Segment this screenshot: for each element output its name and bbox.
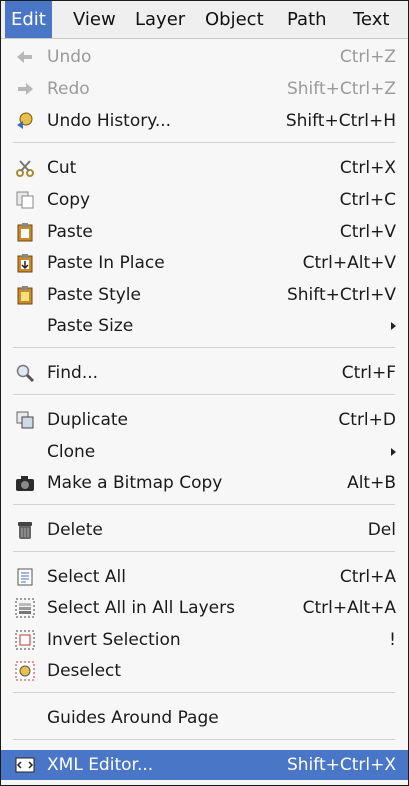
menu-view[interactable]: View	[67, 1, 122, 38]
copy-label: Copy	[47, 190, 91, 210]
menu-item-make-bitmap-copy[interactable]: Make a Bitmap Copy Alt+B	[1, 468, 408, 498]
select-all-layers-icon	[15, 598, 35, 618]
scissors-icon	[15, 158, 35, 178]
invert-selection-icon	[15, 630, 35, 650]
magnifier-icon	[15, 363, 35, 383]
make-bitmap-copy-shortcut: Alt+B	[347, 473, 396, 493]
menu-text[interactable]: Text	[347, 1, 395, 38]
menu-item-invert-selection[interactable]: Invert Selection !	[1, 625, 408, 655]
menu-item-xml-editor[interactable]: XML Editor... Shift+Ctrl+X	[1, 750, 408, 780]
xml-editor-shortcut: Shift+Ctrl+X	[286, 755, 396, 775]
redo-icon	[15, 79, 35, 99]
separator	[13, 394, 395, 395]
undo-history-shortcut: Shift+Ctrl+H	[285, 111, 396, 131]
menu-item-undo-history[interactable]: Undo History... Shift+Ctrl+H	[1, 106, 408, 136]
clone-label: Clone	[47, 442, 96, 462]
paste-label: Paste	[47, 222, 93, 242]
menu-bar: Edit View Layer Object Path Text	[1, 1, 408, 39]
menu-item-select-all-in-all-layers[interactable]: Select All in All Layers Ctrl+Alt+A	[1, 593, 408, 623]
paste-style-label: Paste Style	[47, 285, 141, 305]
paste-icon	[15, 222, 35, 242]
select-all-layers-label: Select All in All Layers	[47, 598, 235, 618]
edit-menu-dropdown: Undo Ctrl+Z Redo Shift+Ctrl+Z Undo Histo…	[1, 39, 408, 783]
select-all-label: Select All	[47, 567, 126, 587]
menu-item-deselect[interactable]: Deselect	[1, 656, 408, 686]
paste-in-place-label: Paste In Place	[47, 253, 165, 273]
paste-in-place-shortcut: Ctrl+Alt+V	[302, 253, 396, 273]
copy-shortcut: Ctrl+C	[339, 190, 396, 210]
paste-style-icon	[15, 285, 35, 305]
menu-item-duplicate[interactable]: Duplicate Ctrl+D	[1, 405, 408, 435]
menu-item-copy[interactable]: Copy Ctrl+C	[1, 185, 408, 215]
menu-window: Edit View Layer Object Path Text Undo Ct…	[0, 0, 409, 786]
duplicate-icon	[15, 410, 35, 430]
paste-style-shortcut: Shift+Ctrl+V	[286, 285, 396, 305]
menu-edit[interactable]: Edit	[5, 1, 52, 38]
menu-item-paste[interactable]: Paste Ctrl+V	[1, 217, 408, 247]
menu-item-undo[interactable]: Undo Ctrl+Z	[1, 42, 408, 72]
xml-editor-icon	[15, 755, 35, 775]
invert-selection-label: Invert Selection	[47, 630, 181, 650]
menu-layer[interactable]: Layer	[129, 1, 191, 38]
cut-shortcut: Ctrl+X	[339, 158, 396, 178]
menu-item-guides-around-page[interactable]: Guides Around Page	[1, 703, 408, 733]
camera-icon	[15, 473, 35, 493]
invert-selection-shortcut: !	[389, 630, 396, 650]
undo-shortcut: Ctrl+Z	[339, 47, 396, 67]
separator	[13, 739, 395, 740]
cut-label: Cut	[47, 158, 77, 178]
menu-item-delete[interactable]: Delete Del	[1, 515, 408, 545]
select-all-layers-shortcut: Ctrl+Alt+A	[302, 598, 396, 618]
separator	[13, 347, 395, 348]
paste-size-label: Paste Size	[47, 316, 134, 336]
menu-object[interactable]: Object	[199, 1, 270, 38]
menu-item-paste-in-place[interactable]: Paste In Place Ctrl+Alt+V	[1, 248, 408, 278]
menu-path[interactable]: Path	[281, 1, 333, 38]
submenu-arrow-icon	[391, 448, 396, 456]
make-bitmap-copy-label: Make a Bitmap Copy	[47, 473, 223, 493]
paste-shortcut: Ctrl+V	[339, 222, 396, 242]
find-label: Find...	[47, 363, 99, 383]
menu-item-paste-style[interactable]: Paste Style Shift+Ctrl+V	[1, 280, 408, 310]
trash-icon	[15, 520, 35, 540]
separator	[13, 142, 395, 143]
undo-label: Undo	[47, 47, 92, 67]
select-all-icon	[15, 567, 35, 587]
menu-item-select-all[interactable]: Select All Ctrl+A	[1, 562, 408, 592]
menu-item-find[interactable]: Find... Ctrl+F	[1, 358, 408, 388]
menu-item-cut[interactable]: Cut Ctrl+X	[1, 153, 408, 183]
delete-shortcut: Del	[367, 520, 396, 540]
duplicate-shortcut: Ctrl+D	[338, 410, 396, 430]
separator	[13, 504, 395, 505]
xml-editor-label: XML Editor...	[47, 755, 154, 775]
redo-shortcut: Shift+Ctrl+Z	[286, 79, 396, 99]
guides-around-page-label: Guides Around Page	[47, 708, 219, 728]
submenu-arrow-icon	[391, 322, 396, 330]
select-all-shortcut: Ctrl+A	[339, 567, 396, 587]
paste-in-place-icon	[15, 253, 35, 273]
deselect-label: Deselect	[47, 661, 122, 681]
undo-history-icon	[15, 111, 35, 131]
separator	[13, 551, 395, 552]
find-shortcut: Ctrl+F	[341, 363, 396, 383]
menu-item-clone[interactable]: Clone	[1, 437, 408, 467]
undo-icon	[15, 47, 35, 67]
copy-icon	[15, 190, 35, 210]
menu-item-paste-size[interactable]: Paste Size	[1, 311, 408, 341]
menu-item-redo[interactable]: Redo Shift+Ctrl+Z	[1, 74, 408, 104]
redo-label: Redo	[47, 79, 90, 99]
separator	[13, 692, 395, 693]
deselect-icon	[15, 661, 35, 681]
duplicate-label: Duplicate	[47, 410, 128, 430]
delete-label: Delete	[47, 520, 103, 540]
undo-history-label: Undo History...	[47, 111, 172, 131]
